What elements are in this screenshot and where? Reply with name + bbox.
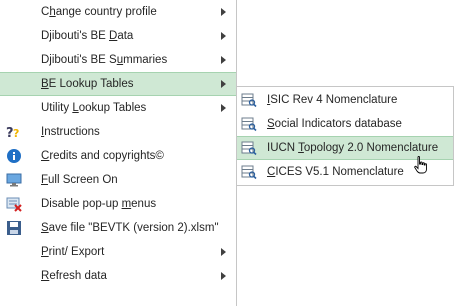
menu-item-be-summaries[interactable]: Djibouti's BE Summaries [0, 48, 236, 72]
menu-item-disable-popup[interactable]: Disable pop-up menus [0, 192, 236, 216]
menu-item-print-export[interactable]: Print/ Export [0, 240, 236, 264]
submenu-item-label: ISIC Rev 4 Nomenclature [267, 94, 398, 106]
submenu-item-label: CICES V5.1 Nomenclature [267, 166, 404, 178]
menu-item-label: Djibouti's BE Data [41, 30, 134, 42]
menu-item-label: Refresh data [41, 270, 107, 282]
submenu-arrow-icon [221, 104, 226, 112]
menu-item-utility-lookup-tables[interactable]: Utility Lookup Tables [0, 96, 236, 120]
menu-item-instructions[interactable]: ? ? Instructions [0, 120, 236, 144]
menu-item-save-file[interactable]: Save file "BEVTK (version 2).xlsm" [0, 216, 236, 240]
menu-item-label: Save file "BEVTK (version 2).xlsm" [41, 222, 219, 234]
menu-item-label: Credits and copyrights© [41, 150, 164, 162]
submenu-item-social-indicators[interactable]: Social Indicators database [237, 112, 453, 136]
submenu-arrow-icon [221, 248, 226, 256]
context-menu: Change country profile Djibouti's BE Dat… [0, 0, 237, 306]
menu-item-full-screen[interactable]: Full Screen On [0, 168, 236, 192]
menu-item-change-country-profile[interactable]: Change country profile [0, 0, 236, 24]
help-question-icon: ? ? [6, 124, 22, 140]
info-icon [6, 148, 22, 164]
menu-item-label: BE Lookup Tables [41, 78, 134, 90]
submenu-arrow-icon [221, 80, 226, 88]
menu-item-label: Djibouti's BE Summaries [41, 54, 168, 66]
table-search-icon [241, 164, 257, 180]
menu-item-label: Disable pop-up menus [41, 198, 157, 210]
menu-item-label: Full Screen On [41, 174, 118, 186]
hand-pointer-cursor-icon [414, 156, 427, 174]
menu-item-label: Change country profile [41, 6, 157, 18]
menu-item-be-lookup-tables[interactable]: BE Lookup Tables [0, 72, 236, 96]
submenu-item-isic[interactable]: ISIC Rev 4 Nomenclature [237, 88, 453, 112]
full-screen-icon [6, 172, 22, 188]
menu-item-refresh-data[interactable]: Refresh data [0, 264, 236, 288]
table-search-icon [241, 140, 257, 156]
submenu-arrow-icon [221, 272, 226, 280]
disable-menu-icon [6, 196, 22, 212]
submenu-arrow-icon [221, 56, 226, 64]
submenu-item-label: Social Indicators database [267, 118, 402, 130]
menu-item-label: Instructions [41, 126, 100, 138]
menu-item-label: Print/ Export [41, 246, 105, 258]
svg-text:?: ? [13, 127, 19, 140]
menu-item-credits[interactable]: Credits and copyrights© [0, 144, 236, 168]
submenu-arrow-icon [221, 32, 226, 40]
submenu-item-label: IUCN Topology 2.0 Nomenclature [267, 142, 439, 154]
menu-item-label: Utility Lookup Tables [41, 102, 147, 114]
table-search-icon [241, 116, 257, 132]
table-search-icon [241, 92, 257, 108]
menu-item-be-data[interactable]: Djibouti's BE Data [0, 24, 236, 48]
submenu-arrow-icon [221, 8, 226, 16]
floppy-disk-icon [6, 220, 22, 236]
